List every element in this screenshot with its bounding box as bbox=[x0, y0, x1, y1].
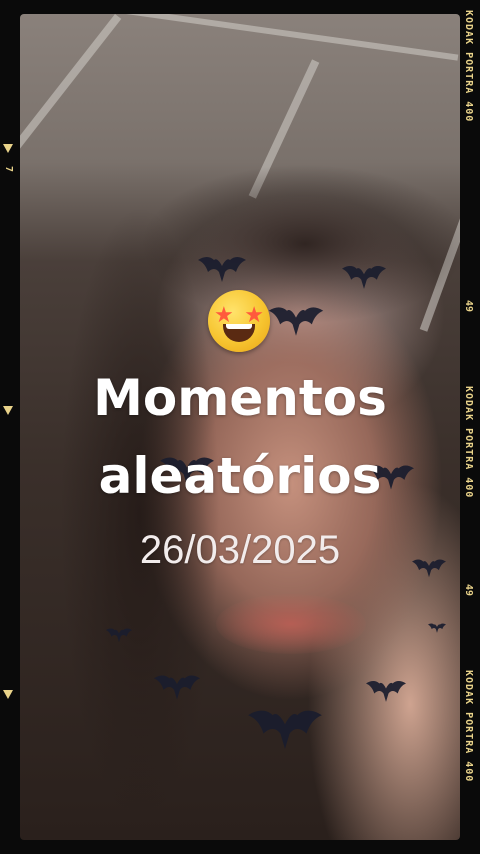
smile-icon bbox=[223, 324, 255, 342]
story-frame: KODAK PORTRA 400 49 KODAK PORTRA 400 49 … bbox=[0, 0, 480, 854]
story-overlay: ★ ★ Momentos aleatórios 26/03/2025 bbox=[0, 0, 480, 854]
story-date: 26/03/2025 bbox=[139, 528, 341, 572]
story-title-line2: aleatórios bbox=[98, 447, 382, 505]
star-eye-icon: ★ bbox=[244, 302, 264, 327]
star-eye-icon: ★ bbox=[214, 302, 234, 327]
story-title-line1: Momentos bbox=[93, 369, 387, 427]
star-struck-emoji-icon: ★ ★ bbox=[208, 290, 270, 352]
